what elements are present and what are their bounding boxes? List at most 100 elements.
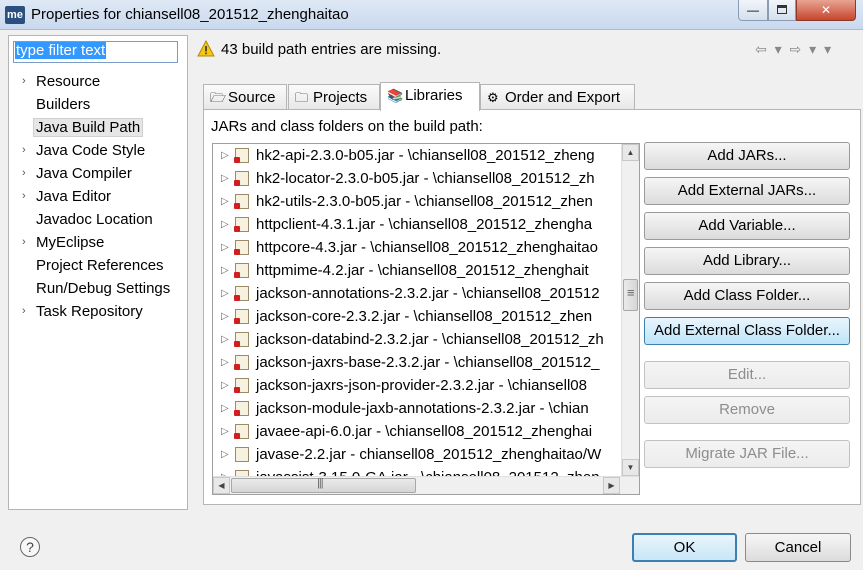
horizontal-scrollbar[interactable]: ◀ ▶ <box>213 476 639 494</box>
add-library-button[interactable]: Add Library... <box>644 247 850 275</box>
cancel-button[interactable]: Cancel <box>745 533 851 562</box>
add-class-folder-button[interactable]: Add Class Folder... <box>644 282 850 310</box>
sidebar-item[interactable]: Builders <box>9 93 189 116</box>
expand-chevron-icon[interactable]: › <box>22 231 26 254</box>
expand-arrow-icon[interactable]: ▷ <box>221 259 229 282</box>
tab-libraries[interactable]: 📚 Libraries <box>380 82 480 111</box>
expand-arrow-icon[interactable]: ▷ <box>221 236 229 259</box>
scroll-right-button[interactable]: ▶ <box>603 477 620 494</box>
sidebar-item[interactable]: Java Build Path <box>9 116 189 139</box>
jar-entry[interactable]: ▷ javase-2.2.jar - chiansell08_201512_zhe… <box>213 443 621 466</box>
jar-entry-label: jackson-module-jaxb-annotations-2.3.2.ja… <box>256 400 589 417</box>
jar-entry-label: jackson-databind-2.3.2.jar - \chiansell0… <box>256 331 604 348</box>
jar-entry[interactable]: ▷ hk2-utils-2.3.0-b05.jar - \chiansell08_… <box>213 190 621 213</box>
jar-entry[interactable]: ▷ javassist-3.15.0-GA.jar - \chiansell08_… <box>213 466 621 476</box>
jar-entry[interactable]: ▷ jackson-databind-2.3.2.jar - \chiansell… <box>213 328 621 351</box>
vertical-scrollbar[interactable]: ▲ ▼ <box>621 144 639 476</box>
order-export-icon: ⚙ <box>487 90 499 105</box>
expand-arrow-icon[interactable]: ▷ <box>221 420 229 443</box>
tab-source[interactable]: 🗁 Source <box>203 84 287 110</box>
filter-input[interactable]: type filter text <box>13 41 178 63</box>
jar-entry[interactable]: ▷ jackson-annotations-2.3.2.jar - \chians… <box>213 282 621 305</box>
expand-chevron-icon[interactable]: › <box>22 139 26 162</box>
jar-entry[interactable]: ▷ httpmime-4.2.jar - \chiansell08_201512_… <box>213 259 621 282</box>
missing-jar-icon <box>234 148 249 163</box>
vertical-scroll-thumb[interactable] <box>623 279 638 311</box>
jar-entry[interactable]: ▷ hk2-api-2.3.0-b05.jar - \chiansell08_20… <box>213 144 621 167</box>
jar-entry-label: javassist-3.15.0-GA.jar - \chiansell08_2… <box>256 466 600 476</box>
jar-entry[interactable]: ▷ httpclient-4.3.1.jar - \chiansell08_201… <box>213 213 621 236</box>
sidebar-item-label: Run/Debug Settings <box>36 280 171 297</box>
add-external-jars-button[interactable]: Add External JARs... <box>644 177 850 205</box>
expand-arrow-icon[interactable]: ▷ <box>221 167 229 190</box>
sidebar-item-label: MyEclipse <box>36 234 105 251</box>
jar-entry[interactable]: ▷ jackson-jaxrs-base-2.3.2.jar - \chianse… <box>213 351 621 374</box>
sidebar-item[interactable]: Javadoc Location <box>9 208 189 231</box>
close-button[interactable]: ✕ <box>796 0 856 21</box>
expand-chevron-icon[interactable]: › <box>22 70 26 93</box>
expand-chevron-icon[interactable]: › <box>22 185 26 208</box>
edit-button[interactable]: Edit... <box>644 361 850 389</box>
sidebar-item[interactable]: › Java Editor <box>9 185 189 208</box>
sidebar-item[interactable]: › MyEclipse <box>9 231 189 254</box>
expand-arrow-icon[interactable]: ▷ <box>221 374 229 397</box>
tab-order-label: Order and Export <box>505 89 621 106</box>
sidebar-item-label: Java Build Path <box>33 118 144 137</box>
scroll-up-button[interactable]: ▲ <box>622 144 639 161</box>
jar-entry[interactable]: ▷ jackson-core-2.3.2.jar - \chiansell08_2… <box>213 305 621 328</box>
expand-arrow-icon[interactable]: ▷ <box>221 443 229 466</box>
jar-entry[interactable]: ▷ hk2-locator-2.3.0-b05.jar - \chiansell0… <box>213 167 621 190</box>
jar-entry-label: jackson-annotations-2.3.2.jar - \chianse… <box>256 285 600 302</box>
expand-arrow-icon[interactable]: ▷ <box>221 282 229 305</box>
jar-entry-label: javase-2.2.jar - chiansell08_201512_zhen… <box>256 446 602 463</box>
jar-entry[interactable]: ▷ jackson-jaxrs-json-provider-2.3.2.jar -… <box>213 374 621 397</box>
add-external-class-folder-button[interactable]: Add External Class Folder... <box>644 317 850 345</box>
expand-arrow-icon[interactable]: ▷ <box>221 328 229 351</box>
minimize-button[interactable]: — <box>738 0 768 21</box>
missing-jar-icon <box>234 286 249 301</box>
jar-entry-label: jackson-jaxrs-base-2.3.2.jar - \chiansel… <box>256 354 600 371</box>
expand-arrow-icon[interactable]: ▷ <box>221 190 229 213</box>
horizontal-scroll-thumb[interactable] <box>231 477 416 493</box>
sidebar-item[interactable]: › Java Compiler <box>9 162 189 185</box>
jar-list[interactable]: ▷ hk2-api-2.3.0-b05.jar - \chiansell08_20… <box>212 143 640 495</box>
add-variable-button[interactable]: Add Variable... <box>644 212 850 240</box>
sidebar-item[interactable]: Project References <box>9 254 189 277</box>
expand-arrow-icon[interactable]: ▷ <box>221 305 229 328</box>
help-icon[interactable]: ? <box>20 537 40 557</box>
history-navigation[interactable]: ⇦ ▾ ⇨ ▾ ▾ <box>755 41 833 58</box>
missing-jar-icon <box>234 424 249 439</box>
expand-arrow-icon[interactable]: ▷ <box>221 213 229 236</box>
filter-input-text: type filter text <box>15 42 107 59</box>
myeclipse-app-icon: me <box>5 6 25 24</box>
missing-jar-icon <box>234 217 249 232</box>
remove-button[interactable]: Remove <box>644 396 850 424</box>
add-jars-button[interactable]: Add JARs... <box>644 142 850 170</box>
expand-arrow-icon[interactable]: ▷ <box>221 397 229 420</box>
sidebar-item[interactable]: Run/Debug Settings <box>9 277 189 300</box>
tab-order-and-export[interactable]: ⚙ Order and Export <box>480 84 635 110</box>
sidebar-item[interactable]: › Task Repository <box>9 300 189 323</box>
tab-projects[interactable]: 🗀 Projects <box>288 84 380 110</box>
title-bar: me Properties for chiansell08_201512_zhe… <box>0 0 863 30</box>
expand-arrow-icon[interactable]: ▷ <box>221 351 229 374</box>
jar-entry[interactable]: ▷ jackson-module-jaxb-annotations-2.3.2.j… <box>213 397 621 420</box>
maximize-button[interactable] <box>768 0 796 21</box>
expand-arrow-icon[interactable]: ▷ <box>221 466 229 476</box>
sidebar-item-label: Task Repository <box>36 303 143 320</box>
expand-chevron-icon[interactable]: › <box>22 162 26 185</box>
jar-entry[interactable]: ▷ httpcore-4.3.jar - \chiansell08_201512_… <box>213 236 621 259</box>
jar-tree-content: ▷ hk2-api-2.3.0-b05.jar - \chiansell08_20… <box>213 144 621 476</box>
scroll-down-button[interactable]: ▼ <box>622 459 639 476</box>
warning-icon <box>197 40 215 57</box>
ok-button[interactable]: OK <box>632 533 737 562</box>
jar-entry[interactable]: ▷ javaee-api-6.0.jar - \chiansell08_20151… <box>213 420 621 443</box>
expand-chevron-icon[interactable]: › <box>22 300 26 323</box>
jar-icon <box>235 447 249 462</box>
sidebar-item[interactable]: › Java Code Style <box>9 139 189 162</box>
migrate-jar-button[interactable]: Migrate JAR File... <box>644 440 850 468</box>
expand-arrow-icon[interactable]: ▷ <box>221 144 229 167</box>
scroll-left-button[interactable]: ◀ <box>213 477 230 494</box>
sidebar-item[interactable]: › Resource <box>9 70 189 93</box>
property-pages-pane: type filter text › Resource Builders Java B… <box>8 35 188 510</box>
